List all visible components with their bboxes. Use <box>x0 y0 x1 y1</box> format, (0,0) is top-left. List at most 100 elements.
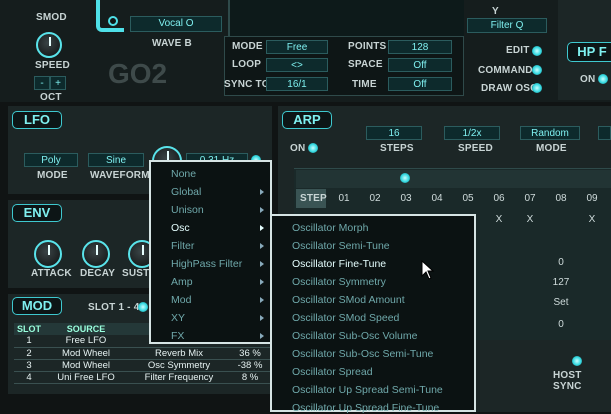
table-row[interactable]: 3 Mod Wheel Osc Symmetry -38 % <box>14 359 270 372</box>
submenu-item[interactable]: Oscillator Sub-Osc Semi-Tune <box>272 348 474 360</box>
submenu-item[interactable]: Oscillator Up Spread Fine-Tune <box>272 402 474 414</box>
source-cell[interactable]: Free LFO <box>44 335 128 348</box>
dest-cell[interactable]: Filter Frequency <box>128 371 230 384</box>
step-09[interactable]: 09 <box>580 193 604 204</box>
mod-destination-menu: None Global Unison Osc Filter HighPass F… <box>149 160 272 344</box>
menu-item-none[interactable]: None <box>151 168 270 180</box>
wave-b-select[interactable]: Vocal O <box>130 16 222 32</box>
slot-cell: 1 <box>14 335 44 348</box>
menu-item-highpass-filter[interactable]: HighPass Filter <box>151 258 270 270</box>
submenu-item[interactable]: Oscillator Semi-Tune <box>272 240 474 252</box>
submenu-item[interactable]: Oscillator Symmetry <box>272 276 474 288</box>
amount-cell[interactable]: 8 % <box>230 371 270 384</box>
submenu-item[interactable]: Oscillator Sub-Osc Volume <box>272 330 474 342</box>
step-label: STEP <box>300 193 327 204</box>
menu-item-filter[interactable]: Filter <box>151 240 270 252</box>
sync-to-field[interactable]: 16/1 <box>266 77 328 91</box>
command-toggle[interactable] <box>532 65 542 75</box>
dest-cell[interactable]: Reverb Mix <box>128 347 230 360</box>
arp-steps-field[interactable]: 16 <box>366 126 422 140</box>
filter-q-select[interactable]: Filter Q <box>467 18 547 33</box>
menu-item-fx[interactable]: FX <box>151 330 270 342</box>
step-03[interactable]: 03 <box>394 193 418 204</box>
source-cell[interactable]: Mod Wheel <box>44 359 128 372</box>
step-highlight-row <box>296 170 611 188</box>
chevron-right-icon <box>260 207 264 213</box>
chevron-right-icon <box>260 225 264 231</box>
menu-item-mod[interactable]: Mod <box>151 294 270 306</box>
lfo-title: LFO <box>12 111 62 129</box>
mod-slot-label: SLOT 1 - 4 <box>88 302 140 313</box>
step-02[interactable]: 02 <box>363 193 387 204</box>
step-05[interactable]: 05 <box>456 193 480 204</box>
y-label: Y <box>492 6 499 17</box>
decay-knob[interactable] <box>82 240 110 268</box>
space-field[interactable]: Off <box>388 58 452 72</box>
step-08[interactable]: 08 <box>549 193 573 204</box>
arp-mode-field[interactable]: Random <box>520 126 580 140</box>
step-value[interactable]: 127 <box>549 277 573 288</box>
arp-on-toggle[interactable] <box>308 143 318 153</box>
source-cell[interactable]: Uni Free LFO <box>44 371 128 384</box>
header-slot: SLOT <box>14 323 44 335</box>
mouse-cursor-icon <box>421 260 435 280</box>
step-current-indicator <box>400 173 410 183</box>
speed-knob[interactable] <box>36 32 62 58</box>
submenu-item[interactable]: Oscillator Spread <box>272 366 474 378</box>
chevron-right-icon <box>260 333 264 339</box>
submenu-item[interactable]: Oscillator SMod Amount <box>272 294 474 306</box>
step-07[interactable]: 07 <box>518 193 542 204</box>
wave-b-dot <box>108 16 118 26</box>
dest-cell[interactable]: Osc Symmetry <box>128 359 230 372</box>
host-sync-toggle[interactable] <box>572 356 582 366</box>
table-row[interactable]: 4 Uni Free LFO Filter Frequency 8 % <box>14 371 270 384</box>
arp-speed-field[interactable]: 1/2x <box>444 126 500 140</box>
draw-osc-toggle[interactable] <box>532 83 542 93</box>
mod-slot-toggle[interactable] <box>138 302 148 312</box>
table-row[interactable]: 2 Mod Wheel Reverb Mix 36 % <box>14 347 270 360</box>
arp-extra-field[interactable] <box>598 126 611 140</box>
slot-cell: 2 <box>14 347 44 360</box>
hp-on-label: ON <box>580 74 596 85</box>
menu-item-amp[interactable]: Amp <box>151 276 270 288</box>
step-04[interactable]: 04 <box>425 193 449 204</box>
step-value[interactable]: 0 <box>549 319 573 330</box>
hp-on-toggle[interactable] <box>598 74 608 84</box>
submenu-item[interactable]: Oscillator Morph <box>272 222 474 234</box>
x-mark[interactable]: X <box>518 214 542 225</box>
points-field[interactable]: 128 <box>388 40 452 54</box>
menu-item-global[interactable]: Global <box>151 186 270 198</box>
mod-title: MOD <box>12 297 62 315</box>
attack-knob[interactable] <box>34 240 62 268</box>
submenu-item-active[interactable]: Oscillator Fine-Tune <box>272 258 474 270</box>
lfo-mode-select[interactable]: Poly <box>24 153 78 167</box>
source-cell[interactable]: Mod Wheel <box>44 347 128 360</box>
edit-toggle[interactable] <box>532 46 542 56</box>
amount-cell[interactable]: -38 % <box>230 359 270 372</box>
submenu-item[interactable]: Oscillator Up Spread Semi-Tune <box>272 384 474 396</box>
time-label: TIME <box>352 79 377 90</box>
step-06[interactable]: 06 <box>487 193 511 204</box>
step-01[interactable]: 01 <box>332 193 356 204</box>
submenu-item[interactable]: Oscillator SMod Speed <box>272 312 474 324</box>
loop-field[interactable]: <> <box>266 58 328 72</box>
oct-minus-button[interactable]: - <box>34 76 50 90</box>
lfo-waveform-select[interactable]: Sine <box>88 153 144 167</box>
menu-item-unison[interactable]: Unison <box>151 204 270 216</box>
chevron-right-icon <box>260 243 264 249</box>
x-mark[interactable]: X <box>580 214 604 225</box>
step-value[interactable]: Set <box>549 297 573 308</box>
x-mark[interactable]: X <box>487 214 511 225</box>
slot-cell: 3 <box>14 359 44 372</box>
step-value[interactable]: 0 <box>549 257 573 268</box>
menu-item-osc[interactable]: Osc <box>151 222 270 234</box>
menu-item-xy[interactable]: XY <box>151 312 270 324</box>
mode-field[interactable]: Free <box>266 40 328 54</box>
time-field[interactable]: Off <box>388 77 452 91</box>
amount-cell[interactable]: 36 % <box>230 347 270 360</box>
smod-label: SMOD <box>36 12 67 23</box>
xy-pad[interactable] <box>228 0 464 36</box>
points-label: POINTS <box>348 41 387 52</box>
oct-plus-button[interactable]: + <box>50 76 66 90</box>
chevron-right-icon <box>260 297 264 303</box>
